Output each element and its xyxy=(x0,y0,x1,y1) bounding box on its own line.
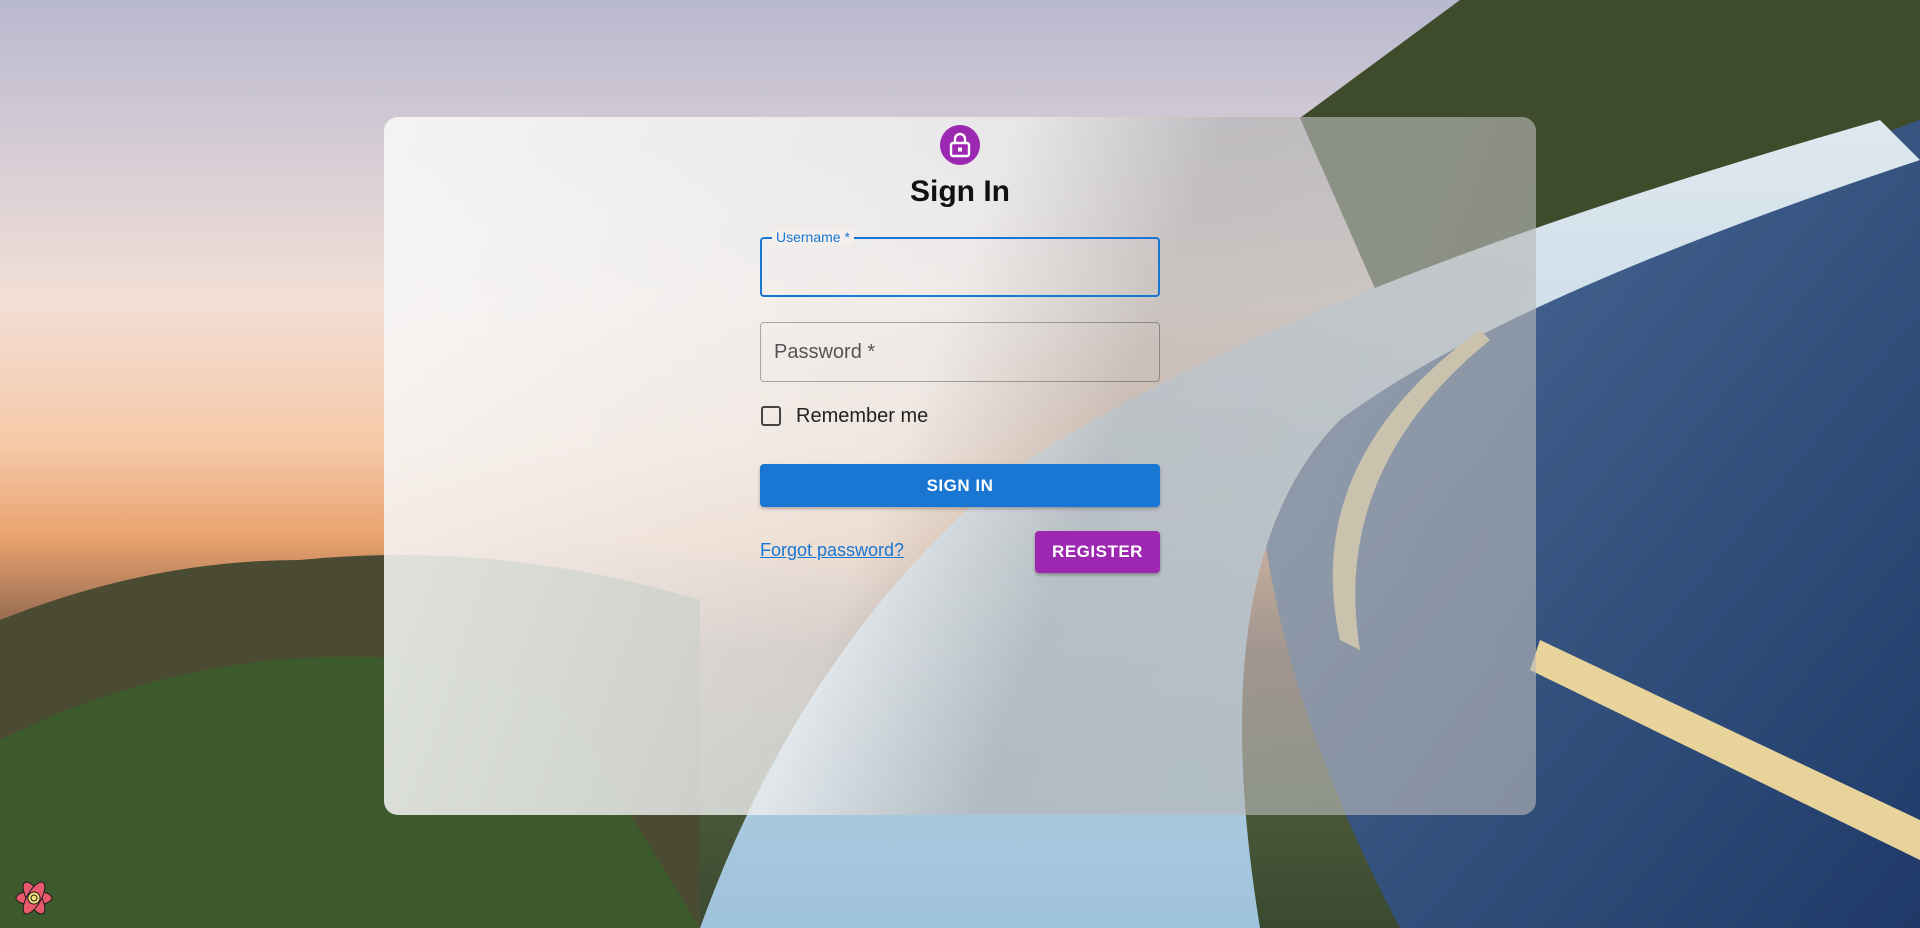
react-logo-svg xyxy=(15,881,53,915)
register-button[interactable]: REGISTER xyxy=(1035,531,1160,573)
remember-me-checkbox[interactable] xyxy=(761,406,781,426)
react-devtools-icon[interactable] xyxy=(14,878,54,918)
username-field[interactable]: Username * xyxy=(760,229,1160,297)
password-field[interactable]: Password * xyxy=(760,322,1160,382)
lock-avatar xyxy=(940,125,980,165)
remember-me-row[interactable]: Remember me xyxy=(760,403,928,429)
page-title: Sign In xyxy=(910,175,1010,208)
password-label: Password * xyxy=(774,341,876,363)
sign-in-button[interactable]: SIGN IN xyxy=(760,464,1160,507)
forgot-password-link[interactable]: Forgot password? xyxy=(760,540,904,561)
lock-icon xyxy=(949,132,971,158)
remember-me-label: Remember me xyxy=(796,404,929,427)
username-label: Username * xyxy=(772,229,854,245)
username-input[interactable] xyxy=(762,239,1158,295)
